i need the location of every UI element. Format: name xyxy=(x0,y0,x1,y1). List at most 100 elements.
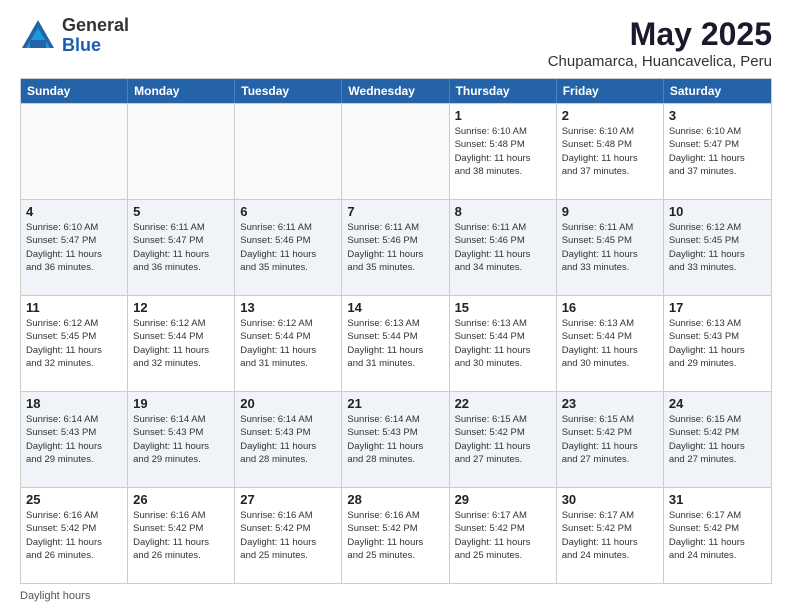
cal-cell: 1Sunrise: 6:10 AM Sunset: 5:48 PM Daylig… xyxy=(450,104,557,199)
cal-cell xyxy=(235,104,342,199)
day-number: 11 xyxy=(26,300,122,315)
day-number: 14 xyxy=(347,300,443,315)
header: General Blue May 2025 Chupamarca, Huanca… xyxy=(20,16,772,70)
cal-week-3: 11 Sunrise: 6:12 AM Sunset: 5:45 PM Dayli… xyxy=(21,295,771,391)
day-info: Sunrise: 6:11 AM Sunset: 5:46 PM Dayligh… xyxy=(240,221,336,274)
day-number: 18 xyxy=(26,396,122,411)
cal-cell: 4 Sunrise: 6:10 AM Sunset: 5:47 PM Daylig… xyxy=(21,200,128,295)
day-info: Sunrise: 6:14 AM Sunset: 5:43 PM Dayligh… xyxy=(347,413,443,466)
day-info: Sunrise: 6:15 AM Sunset: 5:42 PM Dayligh… xyxy=(562,413,658,466)
cal-week-4: 18 Sunrise: 6:14 AM Sunset: 5:43 PM Dayli… xyxy=(21,391,771,487)
cal-cell: 12Sunrise: 6:12 AM Sunset: 5:44 PM Dayli… xyxy=(128,296,235,391)
day-number: 25 xyxy=(26,492,122,507)
cal-cell: 30 Sunrise: 6:17 AM Sunset: 5:42 PM Dayli… xyxy=(557,488,664,583)
title-block: May 2025 Chupamarca, Huancavelica, Peru xyxy=(548,16,772,70)
day-number: 15 xyxy=(455,300,551,315)
cal-cell: 24Sunrise: 6:15 AM Sunset: 5:42 PM Dayli… xyxy=(664,392,771,487)
calendar: SundayMondayTuesdayWednesdayThursdayFrid… xyxy=(20,78,772,584)
day-info: Sunrise: 6:10 AM Sunset: 5:48 PM Dayligh… xyxy=(562,125,658,178)
logo-text: General Blue xyxy=(62,16,129,56)
day-number: 13 xyxy=(240,300,336,315)
cal-cell: 14 Sunrise: 6:13 AM Sunset: 5:44 PM Dayli… xyxy=(342,296,449,391)
cal-cell: 16Sunrise: 6:13 AM Sunset: 5:44 PM Dayli… xyxy=(557,296,664,391)
logo-icon xyxy=(20,18,56,54)
cal-cell: 6 Sunrise: 6:11 AM Sunset: 5:46 PM Daylig… xyxy=(235,200,342,295)
day-info: Sunrise: 6:12 AM Sunset: 5:45 PM Dayligh… xyxy=(26,317,122,370)
cal-cell: 13 Sunrise: 6:12 AM Sunset: 5:44 PM Dayli… xyxy=(235,296,342,391)
day-info: Sunrise: 6:16 AM Sunset: 5:42 PM Dayligh… xyxy=(26,509,122,562)
day-number: 24 xyxy=(669,396,766,411)
cal-week-2: 4 Sunrise: 6:10 AM Sunset: 5:47 PM Daylig… xyxy=(21,199,771,295)
cal-cell: 19 Sunrise: 6:14 AM Sunset: 5:43 PM Dayli… xyxy=(128,392,235,487)
day-info: Sunrise: 6:11 AM Sunset: 5:47 PM Dayligh… xyxy=(133,221,229,274)
cal-cell: 11 Sunrise: 6:12 AM Sunset: 5:45 PM Dayli… xyxy=(21,296,128,391)
day-info: Sunrise: 6:12 AM Sunset: 5:44 PM Dayligh… xyxy=(240,317,336,370)
title-location: Chupamarca, Huancavelica, Peru xyxy=(548,53,772,70)
cal-cell: 15 Sunrise: 6:13 AM Sunset: 5:44 PM Dayli… xyxy=(450,296,557,391)
day-info: Sunrise: 6:11 AM Sunset: 5:46 PM Dayligh… xyxy=(455,221,551,274)
day-number: 1 xyxy=(455,108,551,123)
cal-header-saturday: Saturday xyxy=(664,79,771,103)
day-number: 30 xyxy=(562,492,658,507)
day-number: 27 xyxy=(240,492,336,507)
day-info: Sunrise: 6:16 AM Sunset: 5:42 PM Dayligh… xyxy=(347,509,443,562)
cal-week-5: 25 Sunrise: 6:16 AM Sunset: 5:42 PM Dayli… xyxy=(21,487,771,583)
cal-cell xyxy=(21,104,128,199)
cal-cell: 27 Sunrise: 6:16 AM Sunset: 5:42 PM Dayli… xyxy=(235,488,342,583)
day-info: Sunrise: 6:17 AM Sunset: 5:42 PM Dayligh… xyxy=(455,509,551,562)
footer: Daylight hours xyxy=(20,590,772,602)
day-info: Sunrise: 6:17 AM Sunset: 5:42 PM Dayligh… xyxy=(562,509,658,562)
cal-cell: 20Sunrise: 6:14 AM Sunset: 5:43 PM Dayli… xyxy=(235,392,342,487)
cal-week-1: 1 Sunrise: 6:10 AM Sunset: 5:48 PM Daylig… xyxy=(21,103,771,199)
cal-cell: 2 Sunrise: 6:10 AM Sunset: 5:48 PM Daylig… xyxy=(557,104,664,199)
day-number: 9 xyxy=(562,204,658,219)
day-number: 8 xyxy=(455,204,551,219)
cal-header-friday: Friday xyxy=(557,79,664,103)
day-number: 4 xyxy=(26,204,122,219)
cal-cell: 17 Sunrise: 6:13 AM Sunset: 5:43 PM Dayli… xyxy=(664,296,771,391)
day-number: 29 xyxy=(455,492,551,507)
day-number: 19 xyxy=(133,396,229,411)
cal-cell: 31Sunrise: 6:17 AM Sunset: 5:42 PM Dayli… xyxy=(664,488,771,583)
day-number: 10 xyxy=(669,204,766,219)
cal-header-monday: Monday xyxy=(128,79,235,103)
day-number: 7 xyxy=(347,204,443,219)
day-info: Sunrise: 6:14 AM Sunset: 5:43 PM Dayligh… xyxy=(26,413,122,466)
day-info: Sunrise: 6:12 AM Sunset: 5:45 PM Dayligh… xyxy=(669,221,766,274)
cal-cell: 28Sunrise: 6:16 AM Sunset: 5:42 PM Dayli… xyxy=(342,488,449,583)
day-info: Sunrise: 6:13 AM Sunset: 5:44 PM Dayligh… xyxy=(347,317,443,370)
cal-cell: 22Sunrise: 6:15 AM Sunset: 5:42 PM Dayli… xyxy=(450,392,557,487)
day-number: 26 xyxy=(133,492,229,507)
cal-cell xyxy=(342,104,449,199)
cal-header-wednesday: Wednesday xyxy=(342,79,449,103)
day-number: 17 xyxy=(669,300,766,315)
cal-cell: 18 Sunrise: 6:14 AM Sunset: 5:43 PM Dayli… xyxy=(21,392,128,487)
day-info: Sunrise: 6:11 AM Sunset: 5:45 PM Dayligh… xyxy=(562,221,658,274)
cal-header-tuesday: Tuesday xyxy=(235,79,342,103)
day-info: Sunrise: 6:16 AM Sunset: 5:42 PM Dayligh… xyxy=(133,509,229,562)
cal-cell: 7Sunrise: 6:11 AM Sunset: 5:46 PM Daylig… xyxy=(342,200,449,295)
day-number: 23 xyxy=(562,396,658,411)
day-number: 5 xyxy=(133,204,229,219)
page: General Blue May 2025 Chupamarca, Huanca… xyxy=(0,0,792,612)
day-number: 6 xyxy=(240,204,336,219)
day-info: Sunrise: 6:16 AM Sunset: 5:42 PM Dayligh… xyxy=(240,509,336,562)
day-info: Sunrise: 6:13 AM Sunset: 5:43 PM Dayligh… xyxy=(669,317,766,370)
day-info: Sunrise: 6:13 AM Sunset: 5:44 PM Dayligh… xyxy=(562,317,658,370)
cal-cell: 8 Sunrise: 6:11 AM Sunset: 5:46 PM Daylig… xyxy=(450,200,557,295)
cal-cell: 9 Sunrise: 6:11 AM Sunset: 5:45 PM Daylig… xyxy=(557,200,664,295)
day-info: Sunrise: 6:14 AM Sunset: 5:43 PM Dayligh… xyxy=(240,413,336,466)
day-info: Sunrise: 6:13 AM Sunset: 5:44 PM Dayligh… xyxy=(455,317,551,370)
day-number: 31 xyxy=(669,492,766,507)
day-number: 22 xyxy=(455,396,551,411)
cal-cell: 29 Sunrise: 6:17 AM Sunset: 5:42 PM Dayli… xyxy=(450,488,557,583)
day-info: Sunrise: 6:10 AM Sunset: 5:47 PM Dayligh… xyxy=(26,221,122,274)
day-number: 2 xyxy=(562,108,658,123)
day-number: 21 xyxy=(347,396,443,411)
cal-cell xyxy=(128,104,235,199)
day-number: 3 xyxy=(669,108,766,123)
cal-cell: 21 Sunrise: 6:14 AM Sunset: 5:43 PM Dayli… xyxy=(342,392,449,487)
logo-general-text: General xyxy=(62,16,129,36)
calendar-body: 1 Sunrise: 6:10 AM Sunset: 5:48 PM Daylig… xyxy=(21,103,771,583)
day-info: Sunrise: 6:14 AM Sunset: 5:43 PM Dayligh… xyxy=(133,413,229,466)
